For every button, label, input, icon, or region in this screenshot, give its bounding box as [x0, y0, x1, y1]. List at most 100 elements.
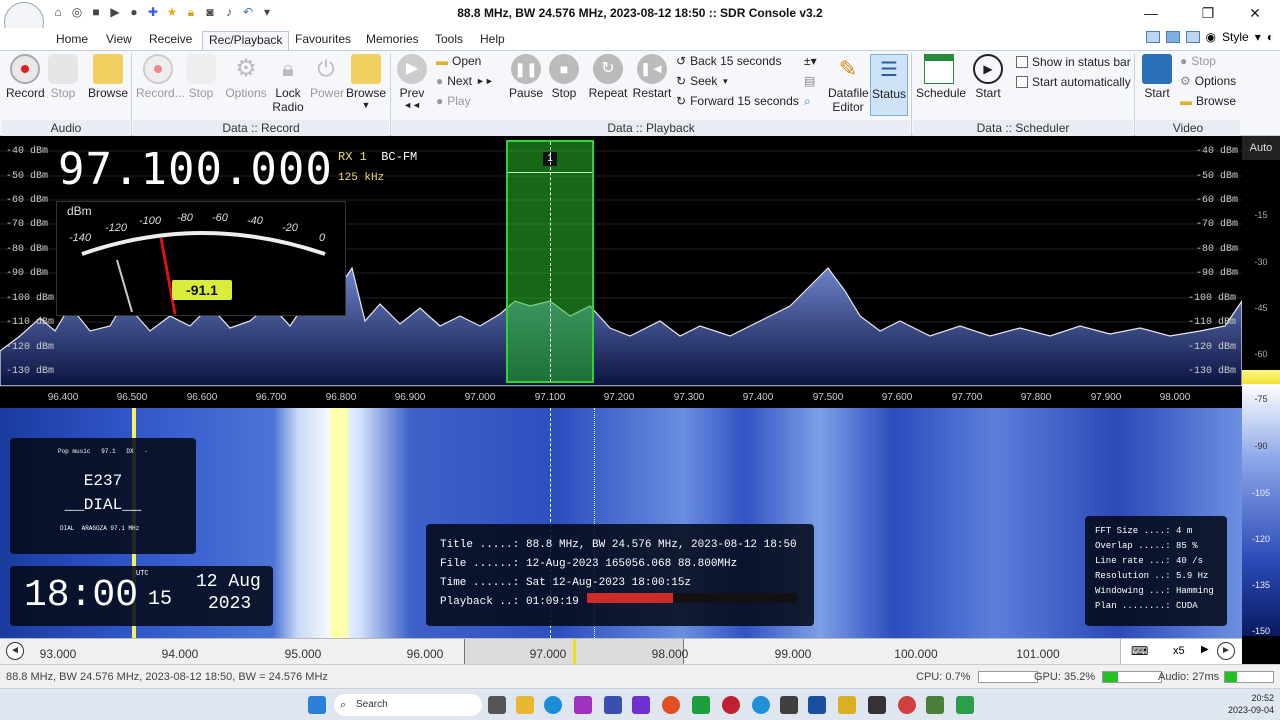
- scroll-right-button[interactable]: ►: [1217, 642, 1235, 660]
- fft-value: 40 /s: [1176, 556, 1204, 566]
- prev-button[interactable]: ▶ Prev ◄◄: [396, 54, 428, 110]
- pause-button[interactable]: ❚❚ Pause: [508, 54, 544, 100]
- app-icon[interactable]: [926, 696, 944, 714]
- close-button[interactable]: ✕: [1244, 4, 1266, 22]
- app-icon[interactable]: [574, 696, 592, 714]
- playback-stop-button[interactable]: ■ Stop: [548, 54, 580, 100]
- sdr-console-icon[interactable]: [898, 696, 916, 714]
- lock-radio-button[interactable]: 🔒︎ Lock Radio: [272, 54, 304, 114]
- video-stop-button[interactable]: ● Stop: [1180, 54, 1216, 68]
- video-start-button[interactable]: Start: [1140, 54, 1174, 100]
- forward-15-button[interactable]: ↻ Forward 15 seconds: [676, 94, 799, 108]
- list-icon: ☰: [880, 59, 898, 81]
- restore-button[interactable]: ❐: [1197, 4, 1219, 22]
- edge-icon[interactable]: [544, 696, 562, 714]
- tab-rec-playback[interactable]: Rec/Playback: [202, 31, 290, 50]
- fft-value: 4 m: [1176, 526, 1193, 536]
- minimize-button[interactable]: —: [1140, 4, 1162, 22]
- playback-progress-bar[interactable]: [586, 593, 797, 603]
- data-stop-button[interactable]: Stop: [186, 54, 216, 100]
- app-icon[interactable]: [780, 696, 798, 714]
- plus-minus-button[interactable]: ±▾: [804, 54, 817, 68]
- tab-receive[interactable]: Receive: [143, 31, 198, 50]
- scheduler-start-button[interactable]: ▶ Start: [972, 54, 1004, 100]
- level-marker[interactable]: [1242, 370, 1280, 384]
- gpu-meter: [1102, 671, 1162, 683]
- info-row: File ......: 12-Aug-2023 165056.068 88.80…: [440, 555, 800, 574]
- seek-button[interactable]: ↻ Seek ▼: [676, 74, 729, 88]
- monitor-icon[interactable]: [1165, 31, 1180, 43]
- datafile-editor-button[interactable]: ✎ Datafile Editor: [828, 54, 869, 114]
- clock-date: 2023-09-04: [1227, 705, 1274, 715]
- play-button[interactable]: ● Play: [436, 94, 471, 108]
- tab-tools[interactable]: Tools: [429, 31, 469, 50]
- zoom-level[interactable]: x5: [1173, 645, 1185, 657]
- task-view-icon[interactable]: [488, 696, 506, 714]
- print-button[interactable]: ▤: [804, 74, 815, 88]
- app-icon[interactable]: [808, 696, 826, 714]
- bandwidth-axis[interactable]: ◄ ⌨ x5 ▶ ► 93.000 94.000 95.000 96.000 97.00…: [0, 638, 1242, 664]
- monitor-icon[interactable]: [1145, 31, 1160, 43]
- video-browse-button[interactable]: ▬ Browse: [1180, 94, 1236, 108]
- tab-favourites[interactable]: Favourites: [289, 31, 357, 50]
- file-explorer-icon[interactable]: [516, 696, 534, 714]
- start-automatically-checkbox[interactable]: Start automatically: [1016, 75, 1131, 89]
- tab-view[interactable]: View: [100, 31, 138, 50]
- waterfall-level-scale[interactable]: -15 -30 -45 -60 -75 -90 -105 -120 -135 -…: [1242, 160, 1280, 636]
- tab-memories[interactable]: Memories: [360, 31, 425, 50]
- video-options-button[interactable]: ⚙ Options: [1180, 74, 1236, 88]
- next-button[interactable]: ● Next ►►: [436, 74, 494, 88]
- fft-value: 5.9 Hz: [1176, 571, 1209, 581]
- dbm-label: -90 dBm: [6, 268, 49, 279]
- back-15-button[interactable]: ↺ Back 15 seconds: [676, 54, 781, 68]
- status-button[interactable]: ☰ Status: [870, 54, 908, 116]
- data-options-button[interactable]: ⚙ Options: [224, 54, 268, 100]
- settings-icon[interactable]: ◐: [1267, 30, 1274, 44]
- save-icon[interactable]: [604, 696, 622, 714]
- auto-button[interactable]: Auto: [1242, 136, 1280, 160]
- app-icon[interactable]: [752, 696, 770, 714]
- waterfall-display[interactable]: Pop music 97.1 DX - E237 __DIAL__ DIAL A…: [0, 408, 1242, 638]
- monitor-icon[interactable]: [1185, 31, 1200, 43]
- audio-browse-button[interactable]: Browse: [88, 54, 128, 100]
- lock-icon: 🔒︎: [282, 56, 294, 81]
- app-icon[interactable]: [692, 696, 710, 714]
- data-browse-button[interactable]: Browse ▼: [346, 54, 386, 110]
- chevron-down-icon[interactable]: ▾: [1255, 30, 1261, 44]
- keyboard-icon[interactable]: ⌨: [1131, 644, 1148, 658]
- label: Forward 15 seconds: [690, 94, 799, 108]
- restart-button[interactable]: ❚◄ Restart: [632, 54, 672, 100]
- scroll-left-button[interactable]: ◄: [6, 642, 24, 660]
- passband-filter[interactable]: 1: [506, 140, 594, 383]
- firefox-icon[interactable]: [662, 696, 680, 714]
- sdr-console-window: ⌂ ◎ ■ ▶ ● ✚ ★ 🔒︎ ◙ ♪ ↶ ▾ 88.8 MHz, BW 24…: [0, 0, 1280, 720]
- style-menu[interactable]: Style: [1222, 30, 1249, 44]
- app-icon[interactable]: [838, 696, 856, 714]
- show-in-status-bar-checkbox[interactable]: Show in status bar: [1016, 55, 1131, 69]
- repeat-button[interactable]: ↻ Repeat: [588, 54, 628, 100]
- tab-help[interactable]: Help: [474, 31, 511, 50]
- open-button[interactable]: ▬ Open: [436, 54, 481, 68]
- system-clock[interactable]: 20:52 2023-09-04: [1228, 692, 1274, 716]
- frequency-display[interactable]: 97.100.000: [58, 144, 333, 195]
- print-icon: ▤: [804, 74, 816, 88]
- start-icon[interactable]: [308, 696, 326, 714]
- audio-record-button[interactable]: Record: [6, 54, 45, 100]
- find-button[interactable]: ⌕: [804, 94, 811, 109]
- dbm-label: -40 dBm: [6, 146, 49, 157]
- audio-stop-button[interactable]: Stop: [48, 54, 78, 100]
- palette-icon[interactable]: ◉: [1206, 30, 1216, 44]
- tab-home[interactable]: Home: [50, 31, 94, 50]
- play-small-icon[interactable]: ▶: [1201, 644, 1209, 655]
- spectrum-display[interactable]: -40 dBm -50 dBm -60 dBm -70 dBm -80 dBm …: [0, 136, 1280, 386]
- schedule-button[interactable]: Schedule: [916, 54, 966, 100]
- app-icon[interactable]: [632, 696, 650, 714]
- app-icon[interactable]: [956, 696, 974, 714]
- app-icon[interactable]: [722, 696, 740, 714]
- search-box[interactable]: ⌕ Search: [334, 694, 482, 716]
- app-icon[interactable]: [868, 696, 886, 714]
- data-record-button[interactable]: Record...: [136, 54, 185, 100]
- frequency-axis[interactable]: 96.400 96.500 96.600 96.700 96.800 96.900 97.0…: [0, 386, 1242, 408]
- power-button[interactable]: ⏻ Power: [310, 54, 344, 100]
- frequency-tick-label: 96.800: [325, 392, 357, 403]
